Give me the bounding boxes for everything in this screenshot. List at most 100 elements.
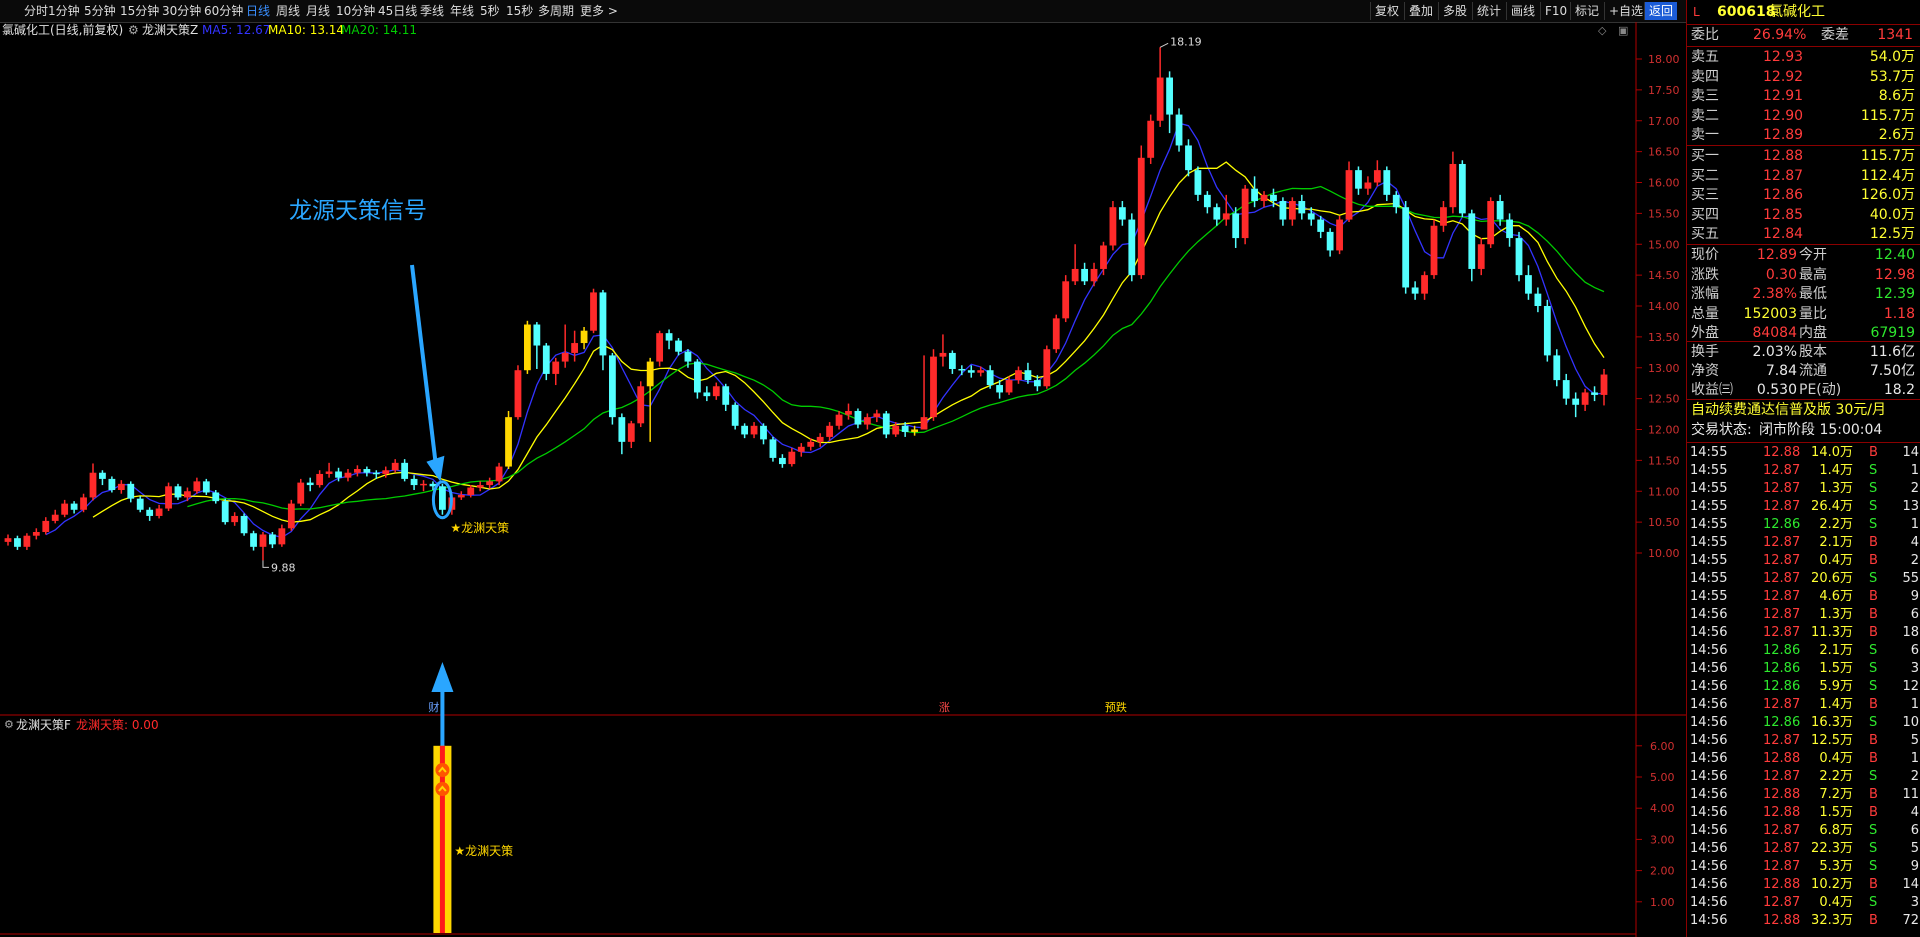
sub-settings-icon[interactable]: ⚙ — [4, 718, 14, 731]
period-tab[interactable]: 15秒 — [506, 3, 533, 19]
candle — [1222, 194, 1230, 226]
candle — [571, 330, 579, 362]
candle-body — [269, 534, 276, 545]
candle — [1543, 299, 1551, 362]
period-tab[interactable]: 年线 — [450, 3, 474, 19]
candle — [637, 381, 645, 428]
diamond-icon[interactable]: ◇ — [1598, 24, 1607, 37]
tick-row: 14:56 12.86 16.3万 S 10 — [1690, 715, 1919, 730]
price-tick-label: 17.00 — [1648, 115, 1680, 128]
period-tab[interactable]: 5秒 — [480, 3, 500, 19]
promo-row[interactable]: 自动续费通达信普及版 30元/月 — [1687, 401, 1920, 420]
candle-body — [1156, 77, 1164, 121]
candle-body — [892, 425, 900, 435]
period-tab[interactable]: 日线 — [246, 3, 270, 19]
candle-body — [325, 471, 333, 474]
price-tick-label: 16.50 — [1648, 146, 1680, 159]
window-toggle-icon[interactable]: ▣ — [1618, 24, 1628, 37]
candle — [250, 530, 257, 551]
period-tab[interactable]: 60分钟 — [204, 3, 243, 19]
candle-body — [32, 532, 40, 536]
settings-icon[interactable]: ⚙ — [128, 23, 139, 37]
candle-body — [958, 368, 966, 371]
candle-body — [1553, 355, 1561, 381]
candle-body — [1005, 380, 1013, 393]
candle-body — [1166, 77, 1173, 115]
event-marker[interactable]: 财 — [428, 700, 439, 714]
kline-chart-svg[interactable]: 氯碱化工(日线,前复权) ⚙ 龙渊天策Z MA5: 12.67 MA10: 13… — [0, 22, 1686, 937]
toolbar-button[interactable]: +自选 — [1604, 2, 1647, 20]
candle-body — [986, 370, 994, 386]
candle-body — [769, 439, 777, 458]
candle — [1062, 275, 1070, 323]
candle-body — [165, 486, 172, 509]
sub-up-icon — [435, 782, 450, 796]
candle — [1487, 197, 1495, 248]
price-tick-label: 10.50 — [1648, 516, 1680, 529]
tick-row: 14:56 12.87 6.8万 S 6 — [1690, 823, 1919, 838]
period-tab[interactable]: 季线 — [420, 3, 444, 19]
period-tab[interactable]: 周线 — [276, 3, 300, 19]
period-tab[interactable]: 30分钟 — [162, 3, 201, 19]
candle-body — [920, 417, 928, 430]
candle-body — [372, 472, 380, 475]
event-marker[interactable]: 预跌 — [1105, 700, 1127, 714]
period-tab[interactable]: 多周期 — [538, 3, 574, 19]
candle-body — [1581, 392, 1589, 405]
candle-body — [712, 386, 720, 397]
period-tab[interactable]: 15分钟 — [120, 3, 159, 19]
toolbar-button[interactable]: 画线 — [1506, 2, 1539, 20]
candle — [51, 509, 59, 524]
candle-body — [948, 352, 956, 369]
period-tab[interactable]: 5分钟 — [84, 3, 116, 19]
candle — [80, 493, 87, 513]
toolbar-button[interactable]: 多股 — [1438, 2, 1471, 20]
toolbar-button[interactable]: 返回 — [1644, 2, 1678, 20]
period-tab[interactable]: 分时 — [24, 3, 48, 19]
candle — [750, 422, 758, 439]
candle — [561, 324, 569, 368]
candle-body — [1591, 392, 1598, 395]
candle — [1515, 231, 1523, 282]
candle — [741, 423, 749, 439]
kline-chart-area[interactable]: 氯碱化工(日线,前复权) ⚙ 龙渊天策Z MA5: 12.67 MA10: 13… — [0, 22, 1686, 937]
candle-body — [42, 520, 50, 533]
toolbar-button[interactable]: 叠加 — [1404, 2, 1437, 20]
candle — [1100, 241, 1107, 276]
candle-body — [306, 482, 314, 486]
candle-body — [977, 370, 985, 373]
candle — [1562, 373, 1570, 405]
candle — [1534, 287, 1542, 313]
period-tab[interactable]: 更多 > — [580, 3, 618, 19]
signal-up-arrow-head — [431, 662, 454, 692]
candle — [1383, 166, 1391, 202]
period-tab[interactable]: 10分钟 — [336, 3, 375, 19]
candle-body — [863, 417, 871, 425]
candle — [1166, 71, 1173, 134]
period-tab[interactable]: 月线 — [306, 3, 330, 19]
low-label: 9.88 — [271, 561, 296, 574]
period-tab[interactable]: 1分钟 — [48, 3, 80, 19]
bids-row: 买一 12.88 115.7万 — [1691, 148, 1915, 164]
candle — [533, 322, 541, 369]
candle-body — [1062, 281, 1070, 319]
price-tick-label: 16.00 — [1648, 177, 1680, 190]
event-marker[interactable]: 涨 — [939, 701, 950, 714]
candle-body — [70, 503, 78, 510]
candle-body — [1477, 244, 1485, 269]
candle — [948, 350, 956, 374]
tick-row: 14:56 12.88 32.3万 B 72 — [1690, 913, 1919, 928]
toolbar-button[interactable]: F10 — [1540, 2, 1571, 20]
toolbar-button[interactable]: 标记 — [1570, 2, 1603, 20]
period-tab[interactable]: 45日线 — [378, 3, 417, 19]
ma20-line — [187, 185, 1605, 510]
candle-body — [1317, 219, 1325, 232]
toolbar-button[interactable]: 复权 — [1370, 2, 1403, 20]
candle-body — [675, 340, 682, 352]
candle — [665, 329, 673, 350]
candle-body — [514, 370, 522, 418]
toolbar-button[interactable]: 统计 — [1472, 2, 1505, 20]
price-tick-label: 14.00 — [1648, 300, 1680, 313]
candle-body — [1100, 245, 1107, 269]
candle-body — [1015, 370, 1022, 381]
